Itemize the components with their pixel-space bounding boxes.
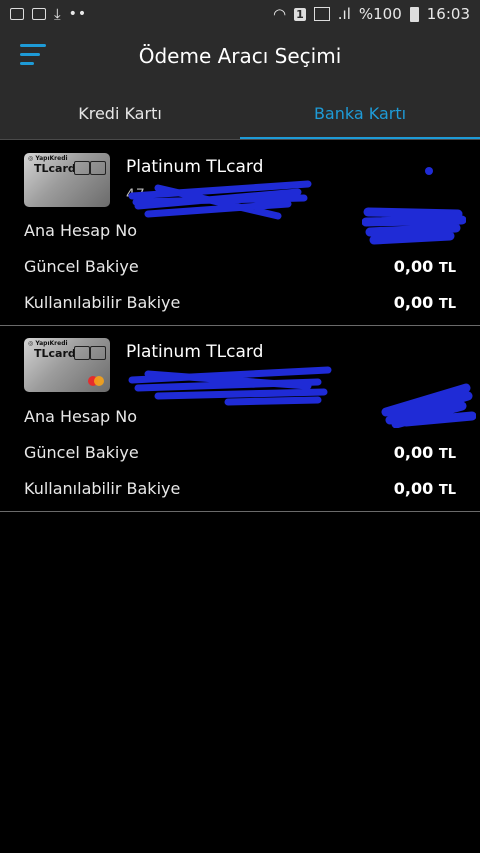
- clock: 16:03: [426, 5, 470, 23]
- card-list-item-1[interactable]: ◎ YapıKredi TLcard Platinum TLcard 47 An…: [0, 140, 480, 326]
- available-balance-value: 0,00 TL: [394, 479, 456, 498]
- available-balance-row: Kullanılabilir Bakiye 0,00 TL: [24, 290, 456, 314]
- redaction-scribble: [128, 180, 312, 220]
- available-balance-currency: TL: [438, 296, 456, 312]
- redaction-scribble: [362, 207, 466, 245]
- current-balance-value: 0,00 TL: [394, 443, 456, 462]
- available-balance-currency: TL: [438, 482, 456, 498]
- current-balance-amount: 0,00: [393, 256, 434, 276]
- download-icon: ⤓: [54, 5, 61, 23]
- app-header: Ödeme Aracı Seçimi: [0, 28, 480, 86]
- current-balance-label: Güncel Bakiye: [24, 442, 139, 462]
- card-image: ◎ YapıKredi TLcard: [24, 338, 110, 392]
- battery-icon: [409, 6, 419, 22]
- available-balance-row: Kullanılabilir Bakiye 0,00 TL: [24, 476, 456, 500]
- redaction-scribble: [381, 383, 476, 428]
- wifi-icon: ◠: [273, 5, 287, 23]
- image-icon: [10, 8, 24, 20]
- tab-bar: Kredi Kartı Banka Kartı: [0, 86, 480, 140]
- battery-percent: %100: [358, 5, 402, 23]
- tab-kredi-karti[interactable]: Kredi Kartı: [0, 86, 240, 140]
- available-balance-value: 0,00 TL: [394, 293, 456, 312]
- available-balance-label: Kullanılabilir Bakiye: [24, 292, 181, 312]
- card-list-item-2[interactable]: ◎ YapıKredi TLcard Platinum TLcard Ana H…: [0, 326, 480, 512]
- status-bar: ⤓ •• ◠ 1 .ıl %100 16:03: [0, 0, 480, 28]
- signal-icon: [313, 7, 330, 21]
- sim-badge: 1: [294, 7, 306, 21]
- card-image: ◎ YapıKredi TLcard: [24, 153, 110, 207]
- page-title: Ödeme Aracı Seçimi: [138, 44, 342, 68]
- card-name: Platinum TLcard: [126, 342, 264, 362]
- current-balance-row: Güncel Bakiye 0,00 TL: [24, 440, 456, 464]
- redaction-dot: [425, 167, 433, 175]
- account-number-label: Ana Hesap No: [24, 406, 137, 426]
- signal-bars-icon: .ıl: [337, 5, 351, 23]
- available-balance-label: Kullanılabilir Bakiye: [24, 478, 181, 498]
- more-notifications-icon: ••: [68, 6, 88, 22]
- current-balance-currency: TL: [438, 260, 456, 276]
- available-balance-amount: 0,00: [393, 478, 434, 498]
- current-balance-value: 0,00 TL: [394, 257, 456, 276]
- current-balance-label: Güncel Bakiye: [24, 256, 139, 276]
- current-balance-row: Güncel Bakiye 0,00 TL: [24, 254, 456, 278]
- available-balance-amount: 0,00: [393, 292, 434, 312]
- current-balance-currency: TL: [438, 446, 456, 462]
- gallery-icon: [32, 8, 46, 20]
- account-number-label: Ana Hesap No: [24, 220, 137, 240]
- redaction-scribble: [128, 366, 332, 406]
- tab-banka-karti[interactable]: Banka Kartı: [240, 86, 480, 140]
- current-balance-amount: 0,00: [393, 442, 434, 462]
- card-name: Platinum TLcard: [126, 157, 264, 177]
